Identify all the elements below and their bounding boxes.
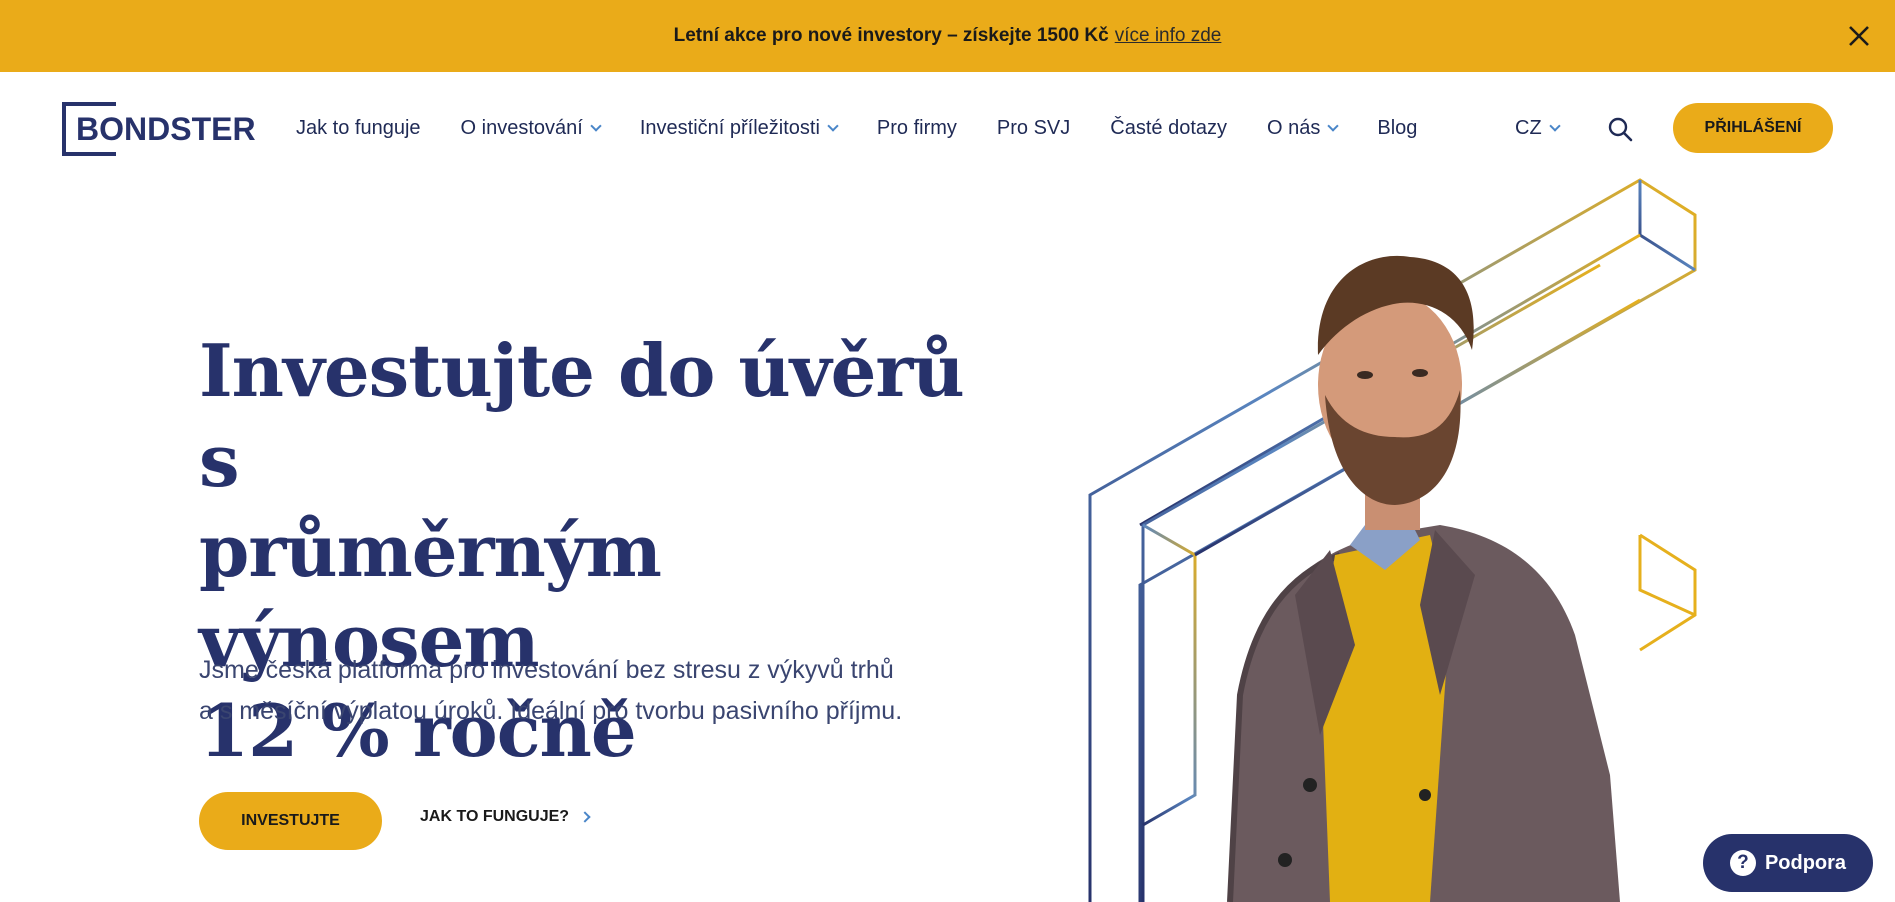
chevron-down-icon (1549, 119, 1561, 132)
hero-subtitle-line: Jsme česká platforma pro investování bez… (199, 656, 894, 684)
invest-button[interactable]: INVESTUJTE (199, 792, 382, 850)
how-it-works-link[interactable]: JAK TO FUNGUJE? (420, 808, 591, 826)
nav-item-jak-to-funguje[interactable]: Jak to funguje (296, 117, 421, 140)
nav-item-o-nas[interactable]: O nás (1267, 116, 1340, 140)
main-nav: Jak to funguje O investování Investiční … (296, 72, 1457, 184)
nav-item-pro-svj[interactable]: Pro SVJ (997, 117, 1070, 140)
promo-link[interactable]: více info zde (1115, 25, 1222, 47)
how-it-works-label: JAK TO FUNGUJE? (420, 808, 570, 825)
nav-item-blog[interactable]: Blog (1377, 117, 1417, 140)
nav-label: Blog (1377, 116, 1418, 139)
help-icon: ? (1729, 850, 1756, 876)
support-label: Podpora (1764, 851, 1847, 874)
nav-item-pro-firmy[interactable]: Pro firmy (877, 117, 957, 140)
logo-text: BONDSTER (76, 110, 256, 147)
hero-subtitle: Jsme česká platforma pro investování bez… (199, 650, 999, 732)
support-button[interactable]: ? Podpora (1703, 834, 1873, 892)
hero-illustration (1088, 178, 1697, 902)
search-icon[interactable] (1607, 116, 1633, 142)
nav-item-caste-dotazy[interactable]: Časté dotazy (1110, 117, 1227, 140)
nav-label: Pro firmy (876, 116, 957, 139)
login-button[interactable]: PŘIHLÁŠENÍ (1673, 103, 1833, 153)
chevron-down-icon (1327, 119, 1340, 132)
promo-banner: Letní akce pro nové investory – získejte… (0, 0, 1895, 72)
nav-label: O nás (1267, 116, 1321, 139)
site-header: BONDSTER Jak to funguje O investování In… (0, 72, 1895, 184)
nav-item-investicni-prilezitosti[interactable]: Investiční příležitosti (639, 116, 839, 140)
nav-label: Investiční příležitosti (639, 116, 820, 139)
hero-title-line: Investujte do úvěrů s (199, 328, 965, 503)
nav-label: Časté dotazy (1110, 116, 1227, 139)
language-label: CZ (1515, 116, 1542, 139)
person-photo (1227, 255, 1620, 902)
chevron-right-icon (579, 811, 591, 823)
nav-item-o-investovani[interactable]: O investování (460, 116, 602, 140)
chevron-down-icon (827, 119, 839, 132)
close-icon[interactable] (1845, 22, 1873, 50)
nav-label: Jak to funguje (296, 116, 421, 139)
nav-label: Pro SVJ (996, 116, 1071, 139)
hero-subtitle-line: a s měsíční výplatou úroků. Ideální pro … (199, 697, 903, 725)
chevron-down-icon (590, 119, 602, 132)
promo-text: Letní akce pro nové investory – získejte… (673, 25, 1109, 46)
nav-label: O investování (460, 116, 583, 139)
logo[interactable]: BONDSTER (62, 102, 256, 156)
language-selector[interactable]: CZ (1515, 72, 1561, 184)
